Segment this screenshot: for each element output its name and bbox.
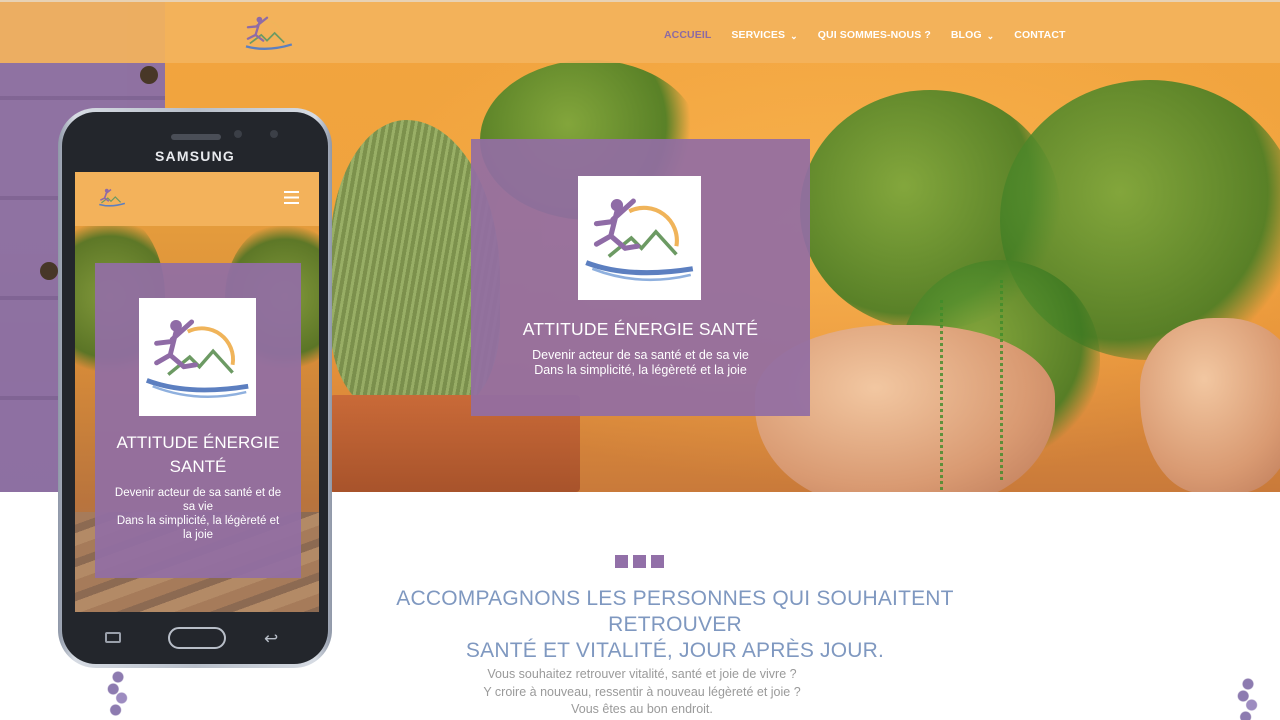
phone-mockup: SAMSUNG ATTITUDE ÉNERGIE SANTÉ Devenir a… (58, 108, 332, 668)
page: ACCUEIL SERVICES ⌄ QUI SOMMES-NOUS ? BLOG… (0, 0, 1280, 720)
main-nav: ACCUEIL SERVICES ⌄ QUI SOMMES-NOUS ? BLOG… (664, 27, 1086, 43)
site-logo[interactable] (238, 12, 296, 54)
intro-text: Vous souhaitez retrouver vitalité, santé… (483, 667, 801, 716)
phone-screen: ATTITUDE ÉNERGIE SANTÉ Devenir acteur de… (75, 172, 319, 612)
nav-accueil[interactable]: ACCUEIL (664, 27, 711, 43)
mission-heading: ACCOMPAGNONS LES PERSONNES QUI SOUHAITEN… (396, 587, 954, 662)
terracotta-pot (1140, 318, 1280, 492)
home-button[interactable] (168, 627, 226, 649)
recent-apps-icon[interactable] (105, 632, 121, 643)
phone-brand: SAMSUNG (155, 148, 235, 164)
mobile-hero-title: ATTITUDE ÉNERGIE SANTÉ (116, 433, 280, 476)
chevron-down-icon: ⌄ (986, 30, 995, 41)
hero-card: ATTITUDE ÉNERGIE SANTÉ Devenir acteur de… (471, 139, 810, 416)
hero-subtitle: Devenir acteur de sa santé et de sa vie … (532, 348, 749, 377)
mobile-hero-subtitle: Devenir acteur de sa santé et de sa vie … (114, 487, 282, 541)
phone-speaker (171, 134, 221, 140)
nav-services[interactable]: SERVICES ⌄ (731, 27, 797, 43)
hero-title: ATTITUDE ÉNERGIE SANTÉ (522, 319, 759, 339)
runner-logo-icon (145, 319, 249, 398)
nav-contact[interactable]: CONTACT (1014, 27, 1065, 43)
runner-logo-icon (585, 198, 694, 282)
mobile-header (75, 172, 319, 226)
phone-camera (270, 130, 278, 138)
chevron-down-icon: ⌄ (790, 30, 798, 41)
section-divider (615, 555, 664, 568)
mobile-hero-logo (139, 298, 256, 416)
lavender-decoration (1236, 675, 1260, 720)
hamburger-menu-icon[interactable] (284, 191, 299, 204)
back-arrow-icon[interactable]: ↩ (264, 629, 278, 649)
site-header: ACCUEIL SERVICES ⌄ QUI SOMMES-NOUS ? BLOG… (0, 0, 1280, 63)
mobile-hero-card: ATTITUDE ÉNERGIE SANTÉ Devenir acteur de… (95, 263, 301, 578)
nav-qui-sommes-nous[interactable]: QUI SOMMES-NOUS ? (818, 27, 931, 43)
nav-blog[interactable]: BLOG ⌄ (951, 27, 994, 43)
lavender-decoration (106, 668, 130, 720)
mobile-site-logo[interactable] (95, 184, 127, 210)
hero-logo (578, 176, 701, 300)
